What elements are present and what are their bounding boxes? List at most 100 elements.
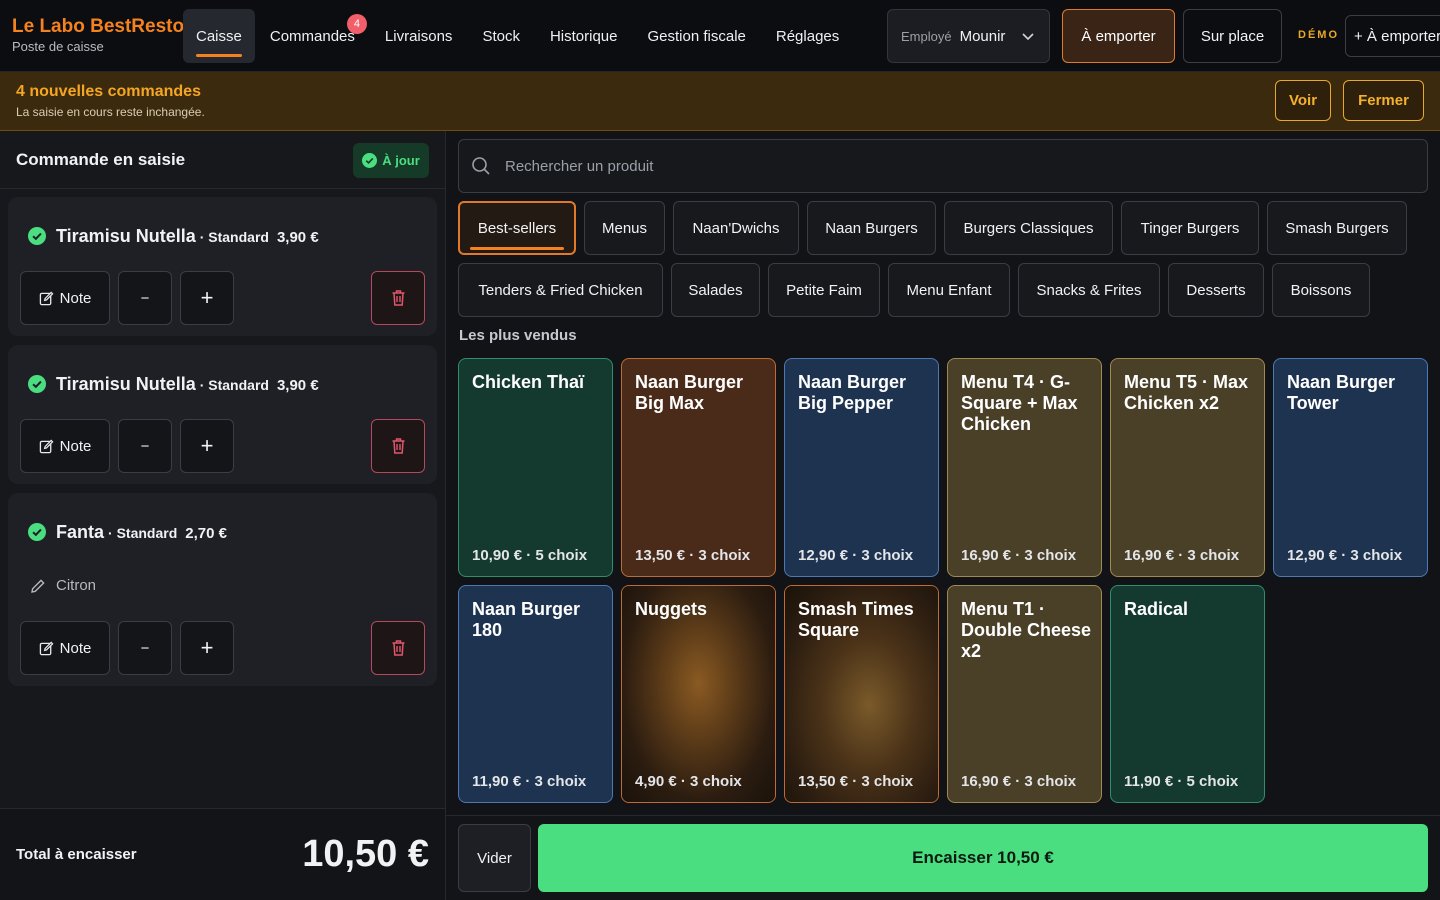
banner-title: 4 nouvelles commandes: [16, 83, 201, 100]
chevron-down-icon: [1022, 33, 1034, 41]
product-name: Naan Burger Tower: [1287, 372, 1396, 413]
category-tab[interactable]: Naan'Dwichs: [673, 201, 799, 255]
total-section: Total à encaisser 10,50 €: [0, 808, 445, 900]
category-tab[interactable]: Desserts: [1168, 263, 1264, 317]
product-tile[interactable]: Naan Burger Tower 12,90 € · 3 choix: [1273, 358, 1428, 577]
sync-status-badge: À jour: [353, 143, 429, 178]
category-tab[interactable]: Best-sellers: [458, 201, 576, 255]
demo-label: DÉMO: [1298, 29, 1339, 41]
decrease-button[interactable]: −: [118, 419, 172, 473]
product-tile[interactable]: Menu T5 · Max Chicken x2 16,90 € · 3 choi…: [1110, 358, 1265, 577]
decrease-button[interactable]: −: [118, 271, 172, 325]
nav-stock[interactable]: Stock: [467, 9, 535, 63]
delete-button[interactable]: [371, 621, 425, 675]
increase-button[interactable]: +: [180, 621, 234, 675]
product-name: Smash Times Square: [798, 599, 914, 640]
plus-icon: +: [200, 433, 214, 458]
search-input[interactable]: Rechercher un produit: [505, 158, 653, 175]
vider-button[interactable]: Vider: [458, 824, 531, 892]
product-name: Menu T1 · Double Cheese x2: [961, 599, 1092, 661]
decrease-button[interactable]: −: [118, 621, 172, 675]
nav-gestion-fiscale[interactable]: Gestion fiscale: [632, 9, 760, 63]
order-item-title: Tiramisu Nutella · Standard 3,90 €: [28, 224, 319, 247]
note-button[interactable]: Note: [20, 621, 110, 675]
product-price: 11,90 € · 3 choix: [472, 773, 587, 790]
product-name: Menu T4 · G-Square + Max Chicken: [961, 372, 1078, 434]
category-tab[interactable]: Burgers Classiques: [944, 201, 1113, 255]
category-tab[interactable]: Naan Burgers: [807, 201, 936, 255]
product-tile[interactable]: Chicken Thaï 10,90 € · 5 choix: [458, 358, 613, 577]
nav-caisse[interactable]: Caisse: [183, 9, 255, 63]
product-search[interactable]: Rechercher un produit: [458, 139, 1428, 193]
note-label: Note: [59, 437, 92, 455]
product-tile[interactable]: Naan Burger 180 11,90 € · 3 choix: [458, 585, 613, 803]
a-emporter-button[interactable]: À emporter: [1062, 9, 1175, 63]
product-tile[interactable]: Menu T4 · G-Square + Max Chicken 16,90 € …: [947, 358, 1102, 577]
new-order-button[interactable]: + À emporter: [1345, 15, 1440, 57]
item-variant: · Standard: [199, 377, 269, 393]
note-label: Note: [59, 289, 92, 307]
product-name: Naan Burger Big Pepper: [798, 372, 907, 413]
product-tile[interactable]: Menu T1 · Double Cheese x2 16,90 € · 3 ch…: [947, 585, 1102, 803]
plus-icon: +: [200, 635, 214, 660]
trash-icon: [392, 438, 404, 454]
category-tab[interactable]: Tenders & Fried Chicken: [458, 263, 663, 317]
check-circle-icon: [28, 227, 46, 245]
item-variant: · Standard: [199, 229, 269, 245]
product-name: Naan Burger 180: [472, 599, 581, 640]
item-name: Tiramisu Nutella: [56, 226, 196, 246]
note-button[interactable]: Note: [20, 271, 110, 325]
edit-icon: [39, 439, 54, 453]
delete-button[interactable]: [371, 271, 425, 325]
product-tile[interactable]: Naan Burger Big Max 13,50 € · 3 choix: [621, 358, 776, 577]
top-bar: Le Labo BestResto Poste de caisse Caisse…: [0, 0, 1440, 72]
product-name: Naan Burger Big Max: [635, 372, 744, 413]
sync-status-label: À jour: [382, 153, 420, 168]
banner-subtitle: La saisie en cours reste inchangée.: [16, 105, 205, 119]
brand: Le Labo BestResto Poste de caisse: [12, 16, 184, 54]
delete-button[interactable]: [371, 419, 425, 473]
nav-reglages[interactable]: Réglages: [761, 9, 854, 63]
category-tab[interactable]: Boissons: [1272, 263, 1370, 317]
order-item-title: Tiramisu Nutella · Standard 3,90 €: [28, 372, 319, 395]
sur-place-button[interactable]: Sur place: [1183, 9, 1282, 63]
employee-select[interactable]: Employé Mounir: [887, 9, 1050, 63]
order-item-title: Fanta · Standard 2,70 €: [28, 520, 227, 543]
edit-icon: [39, 641, 54, 655]
product-name: Nuggets: [635, 599, 707, 619]
nav-historique[interactable]: Historique: [535, 9, 633, 63]
category-tab[interactable]: Menu Enfant: [888, 263, 1010, 317]
item-price: 2,70 €: [185, 525, 227, 542]
increase-button[interactable]: +: [180, 419, 234, 473]
order-item: Fanta · Standard 2,70 € Citron Note − +: [8, 493, 437, 686]
order-item: Tiramisu Nutella · Standard 3,90 € Note …: [8, 197, 437, 336]
fermer-button[interactable]: Fermer: [1343, 80, 1424, 121]
category-tab[interactable]: Petite Faim: [768, 263, 880, 317]
increase-button[interactable]: +: [180, 271, 234, 325]
category-tab[interactable]: Snacks & Frites: [1018, 263, 1160, 317]
category-tab[interactable]: Menus: [584, 201, 665, 255]
category-tab[interactable]: Tinger Burgers: [1121, 201, 1259, 255]
product-tile[interactable]: Radical 11,90 € · 5 choix: [1110, 585, 1265, 803]
item-name: Fanta: [56, 522, 105, 542]
product-tile[interactable]: Naan Burger Big Pepper 12,90 € · 3 choix: [784, 358, 939, 577]
item-price: 3,90 €: [276, 377, 319, 394]
main-nav: Caisse Commandes 4 Livraisons Stock Hist…: [183, 9, 854, 63]
note-button[interactable]: Note: [20, 419, 110, 473]
brand-name: Le Labo BestResto: [12, 16, 185, 37]
check-circle-icon: [28, 375, 46, 393]
category-tab[interactable]: Smash Burgers: [1267, 201, 1407, 255]
brand-subtitle: Poste de caisse: [12, 39, 104, 54]
product-tile[interactable]: Nuggets 4,90 € · 3 choix: [621, 585, 776, 803]
product-tile[interactable]: Smash Times Square 13,50 € · 3 choix: [784, 585, 939, 803]
nav-commandes[interactable]: Commandes 4: [255, 9, 370, 63]
nav-livraisons[interactable]: Livraisons: [370, 9, 468, 63]
product-price: 13,50 € · 3 choix: [798, 773, 914, 790]
encaisser-button[interactable]: Encaisser 10,50 €: [538, 824, 1428, 892]
voir-button[interactable]: Voir: [1275, 80, 1331, 121]
category-tab[interactable]: Salades: [671, 263, 760, 317]
total-value: 10,50 €: [302, 833, 429, 875]
product-price: 12,90 € · 3 choix: [1287, 547, 1403, 564]
notification-badge: 4: [346, 14, 367, 34]
trash-icon: [392, 640, 404, 656]
